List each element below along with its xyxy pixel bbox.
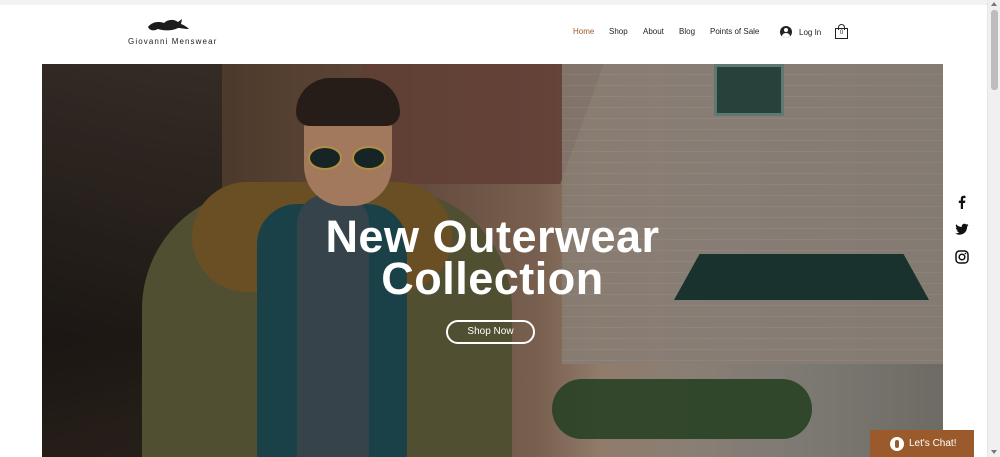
- login-button[interactable]: Log In: [780, 25, 821, 39]
- nav-shop[interactable]: Shop: [609, 27, 628, 36]
- nav-about[interactable]: About: [643, 27, 664, 36]
- page-scrollbar[interactable]: [987, 0, 1000, 457]
- fox-logo-icon: [148, 19, 189, 31]
- cart-count: 0: [839, 30, 844, 36]
- lets-chat-button[interactable]: Let's Chat!: [870, 430, 974, 457]
- user-icon: [780, 26, 792, 38]
- hero-title-line-1: New Outerwear: [325, 211, 660, 262]
- hero-title: New Outerwear Collection: [42, 211, 943, 304]
- twitter-icon[interactable]: [955, 222, 969, 236]
- top-strip: [0, 0, 1000, 5]
- scroll-down-icon[interactable]: [991, 450, 997, 454]
- instagram-icon[interactable]: [955, 250, 969, 264]
- hero-banner: New Outerwear Collection Shop Now: [42, 64, 943, 457]
- shop-now-button[interactable]: Shop Now: [446, 320, 535, 344]
- nav-home[interactable]: Home: [573, 27, 594, 36]
- hero-title-line-2: Collection: [381, 253, 604, 304]
- chat-bubble-icon: [890, 436, 904, 451]
- scroll-up-icon[interactable]: [991, 2, 997, 6]
- brand-name: Giovanni Menswear: [128, 37, 218, 46]
- nav-blog[interactable]: Blog: [679, 27, 695, 36]
- facebook-icon[interactable]: [955, 195, 969, 209]
- scroll-thumb[interactable]: [991, 10, 998, 90]
- nav-points-of-sale[interactable]: Points of Sale: [710, 27, 759, 36]
- brand-logo[interactable]: Giovanni Menswear: [128, 16, 216, 48]
- login-label: Log In: [799, 27, 822, 37]
- cart-button[interactable]: 0: [835, 24, 848, 39]
- chat-label: Let's Chat!: [909, 438, 957, 449]
